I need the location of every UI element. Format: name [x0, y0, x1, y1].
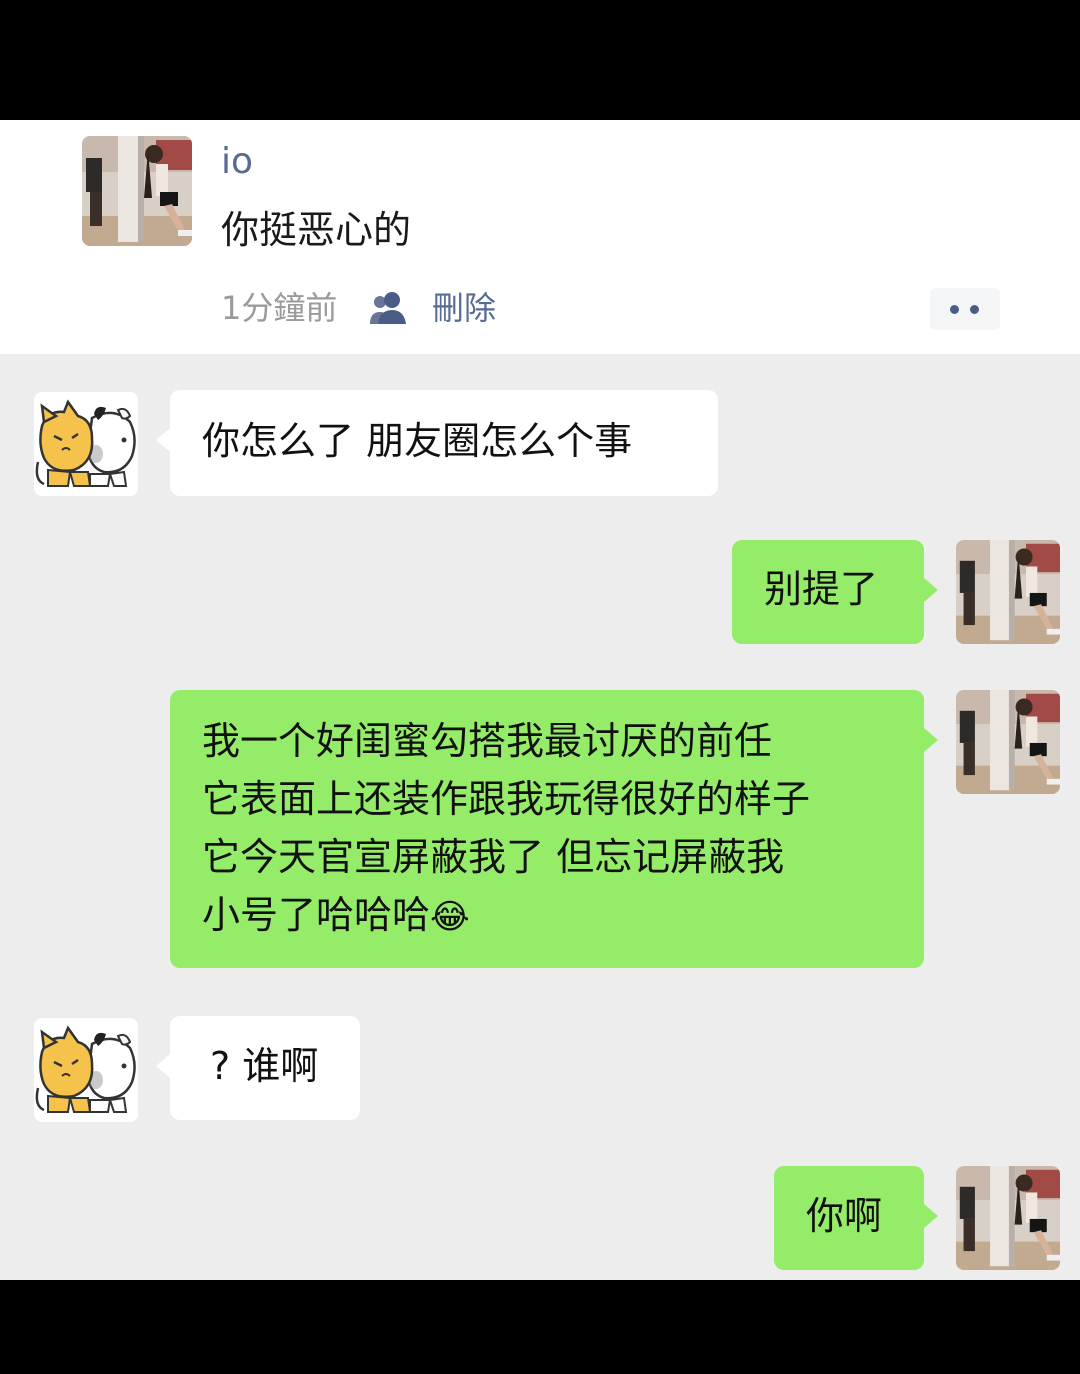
message-line: 它今天官宣屏蔽我了 但忘记屏蔽我	[202, 835, 785, 879]
moment-post: io 你挺恶心的 1分鐘前 刪除	[0, 120, 1080, 354]
moment-timestamp: 1分鐘前	[221, 289, 338, 327]
screenshot-content: io 你挺恶心的 1分鐘前 刪除 你怎么了 朋友圈怎么个事 别提了 我一个好闺蜜…	[0, 120, 1080, 1280]
sent-message-bubble[interactable]: 我一个好闺蜜勾搭我最讨厌的前任 它表面上还装作跟我玩得很好的样子 它今天官宣屏蔽…	[170, 690, 938, 968]
sent-message-bubble[interactable]: 别提了	[732, 540, 938, 644]
message-line: 我一个好闺蜜勾搭我最讨厌的前任	[202, 719, 773, 763]
cat-dog-cartoon-avatar[interactable]	[34, 392, 138, 496]
top-black-band	[0, 0, 1080, 120]
user-photo-avatar[interactable]	[956, 1166, 1060, 1270]
moment-author-avatar[interactable]	[82, 136, 192, 246]
message-line-text: 小号了哈哈哈	[202, 893, 431, 937]
message-line: 它表面上还装作跟我玩得很好的样子	[202, 777, 811, 821]
user-photo-avatar[interactable]	[956, 690, 1060, 794]
user-photo-avatar[interactable]	[956, 540, 1060, 644]
delete-button[interactable]: 刪除	[432, 286, 496, 330]
more-dots-icon[interactable]	[930, 288, 1000, 330]
received-message-bubble[interactable]: ? 谁啊	[156, 1016, 360, 1120]
moment-content: 你挺恶心的	[221, 208, 412, 252]
sent-message-bubble[interactable]: 你啊	[774, 1166, 938, 1270]
moment-author-name[interactable]: io	[221, 138, 253, 186]
received-message-bubble[interactable]: 你怎么了 朋友圈怎么个事	[156, 390, 718, 496]
cat-dog-cartoon-avatar[interactable]	[34, 1018, 138, 1122]
message-line: 小号了哈哈哈😂	[202, 886, 924, 946]
bottom-black-band	[0, 1280, 1080, 1374]
tears-of-joy-emoji: 😂	[430, 897, 470, 937]
people-icon	[368, 290, 410, 326]
